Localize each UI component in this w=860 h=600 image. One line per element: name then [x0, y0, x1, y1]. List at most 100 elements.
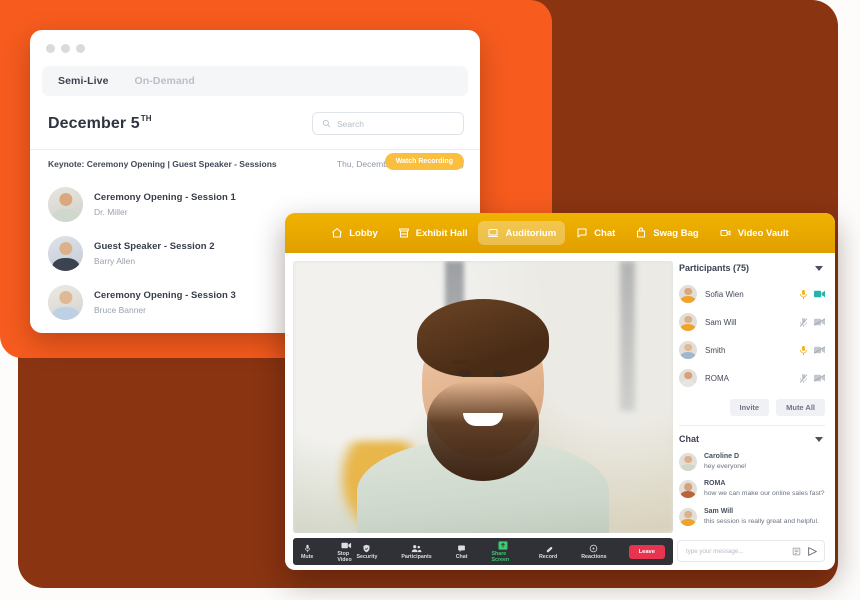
speaker-video[interactable]: [293, 261, 673, 533]
control-label: Reactions: [581, 553, 607, 560]
chat-text: how we can make our online sales fast?: [704, 490, 825, 498]
session-title: Ceremony Opening - Session 3: [94, 290, 236, 301]
session-speaker: Dr. Miller: [94, 207, 128, 217]
date-and-search-row: December 5TH Search: [30, 96, 480, 135]
participant-name: Smith: [705, 345, 726, 355]
session-speaker: Bruce Banner: [94, 305, 146, 315]
control-record[interactable]: Record: [539, 544, 557, 560]
keynote-title: Keynote: Ceremony Opening | Guest Speake…: [48, 159, 277, 169]
participants-title: Participants (75): [679, 263, 750, 273]
video-camera-icon[interactable]: [814, 290, 825, 298]
video-camera-off-icon[interactable]: [814, 346, 825, 354]
control-label: Record: [538, 553, 558, 560]
attachment-icon[interactable]: [792, 547, 801, 556]
search-input[interactable]: Search: [312, 112, 464, 135]
search-icon: [322, 119, 331, 128]
window-controls: [30, 30, 480, 53]
avatar: [679, 341, 697, 359]
nav-item-chat[interactable]: Chat: [567, 221, 624, 245]
nav-item-exhibit-hall[interactable]: Exhibit Hall: [389, 221, 477, 245]
session-title: Guest Speaker - Session 2: [94, 241, 215, 252]
control-label: Stop Video: [337, 550, 352, 563]
chat-message: Caroline D hey everyone!: [679, 453, 825, 471]
home-icon: [332, 228, 343, 238]
avatar: [679, 285, 697, 303]
meeting-control-bar: Mute Stop Video Security Participants Ch…: [293, 538, 673, 565]
watch-recording-button[interactable]: Watch Recording: [384, 153, 464, 170]
video-camera-off-icon[interactable]: [814, 374, 825, 382]
nav-label: Exhibit Hall: [415, 227, 468, 239]
session-title: Ceremony Opening - Session 1: [94, 192, 236, 203]
avatar: [48, 285, 83, 320]
people-icon: [411, 544, 422, 552]
virtual-event-window: Lobby Exhibit Hall Auditorium Chat Swag …: [285, 213, 835, 570]
nav-label: Video Vault: [737, 227, 789, 239]
control-security[interactable]: Security: [356, 544, 377, 560]
avatar: [48, 187, 83, 222]
nav-label: Swag Bag: [653, 227, 699, 239]
microphone-muted-icon[interactable]: [800, 317, 807, 327]
avatar: [679, 369, 697, 387]
date-title-text: December 5: [48, 115, 140, 132]
participant-name: Sam Will: [705, 317, 737, 327]
participant-row[interactable]: Sofia Wien: [679, 280, 825, 308]
mute-all-button[interactable]: Mute All: [776, 399, 825, 416]
nav-label: Chat: [594, 227, 616, 239]
laptop-icon: [488, 229, 499, 237]
window-dot-minimize[interactable]: [61, 44, 70, 53]
chat-input[interactable]: type your message...: [677, 540, 825, 562]
panel-divider: [679, 425, 825, 426]
side-panel: Participants (75) Sofia Wien Sam Will Sm…: [673, 253, 835, 570]
control-stop-video[interactable]: Stop Video: [337, 541, 356, 563]
window-body: Mute Stop Video Security Participants Ch…: [285, 253, 835, 570]
bag-icon: [637, 227, 646, 238]
store-icon: [398, 228, 409, 238]
control-chat[interactable]: Chat: [456, 544, 468, 560]
avatar: [679, 480, 697, 499]
chat-bubble-icon: [458, 545, 465, 552]
nav-item-lobby[interactable]: Lobby: [322, 221, 387, 245]
chat-message: Sam Will this session is really great an…: [679, 507, 825, 526]
video-camera-off-icon[interactable]: [814, 318, 825, 326]
control-reactions[interactable]: Reactions: [581, 544, 607, 560]
send-icon[interactable]: [807, 546, 818, 557]
chevron-down-icon[interactable]: [815, 436, 823, 442]
video-camera-icon: [720, 230, 731, 236]
chevron-down-icon[interactable]: [815, 265, 823, 271]
chat-text: hey everyone!: [704, 463, 747, 470]
microphone-icon: [304, 544, 310, 552]
participant-name: ROMA: [705, 373, 729, 383]
participant-actions: Invite Mute All: [679, 399, 825, 416]
nav-item-video-vault[interactable]: Video Vault: [710, 221, 798, 245]
tab-on-demand[interactable]: On-Demand: [135, 75, 195, 87]
microphone-icon[interactable]: [800, 345, 807, 355]
invite-button[interactable]: Invite: [729, 399, 770, 416]
participant-name: Sofia Wien: [705, 289, 744, 299]
participant-row[interactable]: ROMA: [679, 364, 825, 392]
participant-row[interactable]: Smith: [679, 336, 825, 364]
nav-item-swag-bag[interactable]: Swag Bag: [626, 221, 707, 245]
chat-author: Sam Will: [704, 507, 734, 515]
control-label: Participants: [401, 553, 432, 560]
avatar: [679, 507, 697, 526]
participant-row[interactable]: Sam Will: [679, 308, 825, 336]
search-placeholder: Search: [337, 118, 364, 129]
microphone-muted-icon[interactable]: [800, 373, 807, 383]
video-stage: Mute Stop Video Security Participants Ch…: [285, 253, 673, 570]
control-mute[interactable]: Mute: [301, 544, 313, 560]
window-dot-maximize[interactable]: [76, 44, 85, 53]
nav-item-auditorium[interactable]: Auditorium: [478, 221, 566, 245]
control-share-screen[interactable]: Share Screen: [491, 540, 515, 563]
control-label: Mute: [301, 553, 314, 560]
main-navigation: Lobby Exhibit Hall Auditorium Chat Swag …: [285, 213, 835, 253]
chat-author: ROMA: [704, 480, 726, 488]
video-camera-icon: [341, 542, 352, 548]
control-participants[interactable]: Participants: [401, 544, 432, 560]
leave-button[interactable]: Leave: [628, 544, 665, 559]
reactions-icon: [590, 544, 598, 552]
control-label: Share Screen: [491, 550, 510, 563]
avatar: [679, 453, 697, 471]
tab-semi-live[interactable]: Semi-Live: [58, 75, 109, 87]
window-dot-close[interactable]: [46, 44, 55, 53]
microphone-icon[interactable]: [800, 289, 807, 299]
